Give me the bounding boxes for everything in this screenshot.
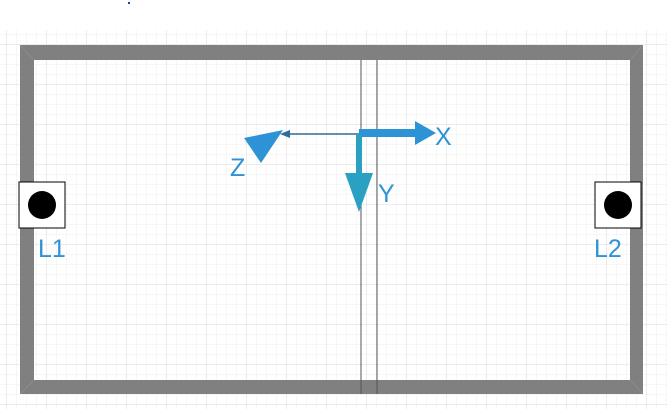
grid-background: [0, 30, 667, 409]
marker-l1-label: L1: [38, 235, 66, 263]
black-dot-marker-icon: [604, 191, 632, 219]
y-axis-shaft: [356, 135, 362, 175]
x-axis-label: X: [435, 123, 452, 151]
black-dot-marker-icon: [28, 191, 56, 219]
z-axis-label: Z: [230, 154, 245, 182]
stray-dot: [128, 2, 130, 4]
y-axis-label: Y: [378, 180, 395, 208]
x-axis-shaft: [359, 129, 417, 137]
marker-l2-label: L2: [594, 235, 622, 263]
diagram-canvas: L1 L2 Z X Y: [0, 2, 667, 409]
